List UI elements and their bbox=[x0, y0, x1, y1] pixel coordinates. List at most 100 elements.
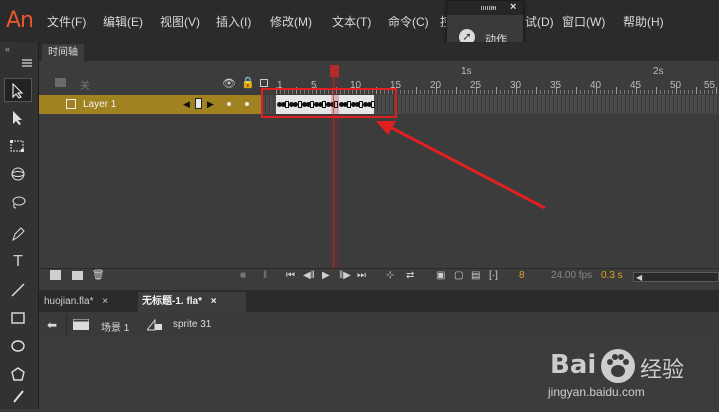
loop-icon[interactable]: ⊹ bbox=[386, 270, 394, 281]
menu-edit[interactable]: 编辑(E) bbox=[103, 13, 143, 30]
ruler-tick bbox=[416, 87, 417, 94]
current-frame[interactable]: 8 bbox=[519, 270, 525, 281]
menu-text[interactable]: 文本(T) bbox=[332, 13, 371, 30]
play-icon[interactable]: ▶ bbox=[322, 270, 330, 281]
onion-skin-icon[interactable]: ▣ bbox=[436, 270, 445, 281]
document-tab[interactable]: huojian.fla* × bbox=[40, 292, 142, 312]
panel-menu-icon[interactable] bbox=[22, 59, 32, 67]
lock-dot-icon[interactable] bbox=[245, 102, 249, 106]
center-frame-icon[interactable]: ⇄ bbox=[406, 270, 414, 281]
layer-icon bbox=[66, 99, 76, 109]
layer-name[interactable]: Layer 1 bbox=[83, 99, 116, 110]
frame-number: 40 bbox=[590, 80, 602, 91]
close-icon[interactable]: × bbox=[211, 296, 217, 307]
ruler-tick bbox=[664, 90, 665, 94]
ruler-tick bbox=[620, 90, 621, 94]
ruler-tick bbox=[584, 90, 585, 94]
tab-timeline[interactable]: 时间轴 bbox=[42, 44, 84, 61]
menu-file[interactable]: 文件(F) bbox=[47, 13, 86, 30]
menu-debug[interactable]: 试(D) bbox=[525, 13, 554, 30]
visibility-dot-icon[interactable] bbox=[227, 102, 231, 106]
last-frame-icon[interactable]: ⏭ bbox=[357, 270, 366, 281]
pen-icon[interactable] bbox=[4, 222, 32, 246]
next-keyframe-icon[interactable]: ▶ bbox=[207, 99, 214, 110]
frame-number: 30 bbox=[510, 80, 522, 91]
elapsed-time[interactable]: 0.3 s bbox=[601, 270, 623, 281]
ruler-tick bbox=[532, 90, 533, 94]
ruler-tick bbox=[608, 90, 609, 94]
close-icon[interactable]: × bbox=[102, 296, 108, 307]
frame-number: 45 bbox=[630, 80, 642, 91]
frame-rate[interactable]: 24.00 fps bbox=[551, 270, 592, 281]
ruler-tick bbox=[412, 90, 413, 94]
document-tab-label: huojian.fla* bbox=[44, 296, 94, 307]
ruler-tick bbox=[696, 87, 697, 94]
free-transform-icon[interactable] bbox=[4, 134, 32, 158]
paw-logo-icon bbox=[601, 349, 635, 383]
selection-tool-icon[interactable] bbox=[4, 78, 32, 102]
keyframe-toggle-icon[interactable] bbox=[195, 98, 202, 109]
polystar-tool-icon[interactable] bbox=[4, 362, 32, 386]
frame-number: 25 bbox=[470, 80, 482, 91]
onion-outline-icon[interactable]: ▢ bbox=[454, 270, 463, 281]
collapse-icon[interactable]: « bbox=[5, 44, 10, 54]
close-icon[interactable]: × bbox=[510, 1, 516, 13]
subselection-tool-icon[interactable] bbox=[4, 106, 32, 130]
menu-modify[interactable]: 修改(M) bbox=[270, 13, 312, 30]
ruler-tick bbox=[464, 90, 465, 94]
new-folder-icon[interactable] bbox=[72, 271, 83, 280]
menu-help[interactable]: 帮助(H) bbox=[623, 13, 664, 30]
ruler-tick bbox=[540, 90, 541, 94]
scene-label[interactable]: 场景 1 bbox=[101, 319, 129, 334]
back-arrow-icon[interactable]: ⬅ bbox=[47, 318, 57, 332]
oval-tool-icon[interactable] bbox=[4, 334, 32, 358]
ruler-tick bbox=[448, 90, 449, 94]
ruler-tick bbox=[660, 90, 661, 94]
lasso-icon[interactable] bbox=[4, 190, 32, 214]
timeline-scrollbar[interactable]: ◀ bbox=[633, 272, 719, 282]
new-layer-icon[interactable] bbox=[50, 270, 61, 280]
first-frame-icon[interactable]: ⏮ bbox=[286, 270, 295, 281]
document-tab-active[interactable]: 无标题-1. fla* × bbox=[138, 292, 246, 312]
ruler-tick bbox=[452, 90, 453, 94]
line-tool-icon[interactable] bbox=[4, 278, 32, 302]
scroll-left-icon[interactable]: ◀ bbox=[636, 273, 642, 282]
step-back-icon[interactable]: ◀‖ bbox=[303, 270, 315, 281]
ruler-tick bbox=[688, 90, 689, 94]
step-forward-icon[interactable]: ‖▶ bbox=[339, 270, 351, 281]
playhead[interactable] bbox=[330, 65, 339, 77]
symbol-label[interactable]: sprite 31 bbox=[173, 319, 211, 330]
menu-commands[interactable]: 命令(C) bbox=[388, 13, 429, 30]
delete-icon[interactable]: 🗑 bbox=[92, 270, 105, 281]
ruler-tick bbox=[492, 90, 493, 94]
timeline-header-label: 关 bbox=[80, 81, 90, 92]
ruler-tick bbox=[496, 87, 497, 94]
camera-icon[interactable]: ■ bbox=[240, 270, 246, 281]
ruler-second-label: 1s bbox=[461, 66, 472, 77]
ruler-tick bbox=[628, 90, 629, 94]
ruler-tick bbox=[500, 90, 501, 94]
ruler-tick bbox=[616, 87, 617, 94]
ruler-tick bbox=[460, 90, 461, 94]
modify-markers-icon[interactable]: [·] bbox=[489, 270, 498, 281]
3d-rotation-icon[interactable] bbox=[4, 162, 32, 186]
menu-insert[interactable]: 插入(I) bbox=[216, 13, 251, 30]
ruler-tick bbox=[508, 90, 509, 94]
expand-icon[interactable]: » bbox=[490, 2, 495, 12]
ruler-tick bbox=[456, 87, 457, 94]
ruler-tick bbox=[692, 90, 693, 94]
menu-window[interactable]: 窗口(W) bbox=[562, 13, 605, 30]
ruler-tick bbox=[644, 90, 645, 94]
clapper-icon bbox=[73, 319, 89, 330]
brush-tool-icon[interactable] bbox=[4, 384, 32, 408]
prev-keyframe-icon[interactable]: ◀ bbox=[183, 99, 190, 110]
eye-icon[interactable]: 👁 bbox=[222, 77, 236, 90]
menu-view[interactable]: 视图(V) bbox=[160, 13, 200, 30]
annotation-arrow bbox=[376, 121, 546, 210]
frame-number: 55 bbox=[704, 80, 716, 91]
rectangle-tool-icon[interactable] bbox=[4, 306, 32, 330]
edit-multiple-icon[interactable]: ▤ bbox=[471, 270, 480, 281]
breadcrumb bbox=[39, 312, 719, 339]
lock-icon[interactable]: 🔒 bbox=[241, 76, 255, 89]
text-tool-icon[interactable]: T bbox=[4, 250, 32, 274]
